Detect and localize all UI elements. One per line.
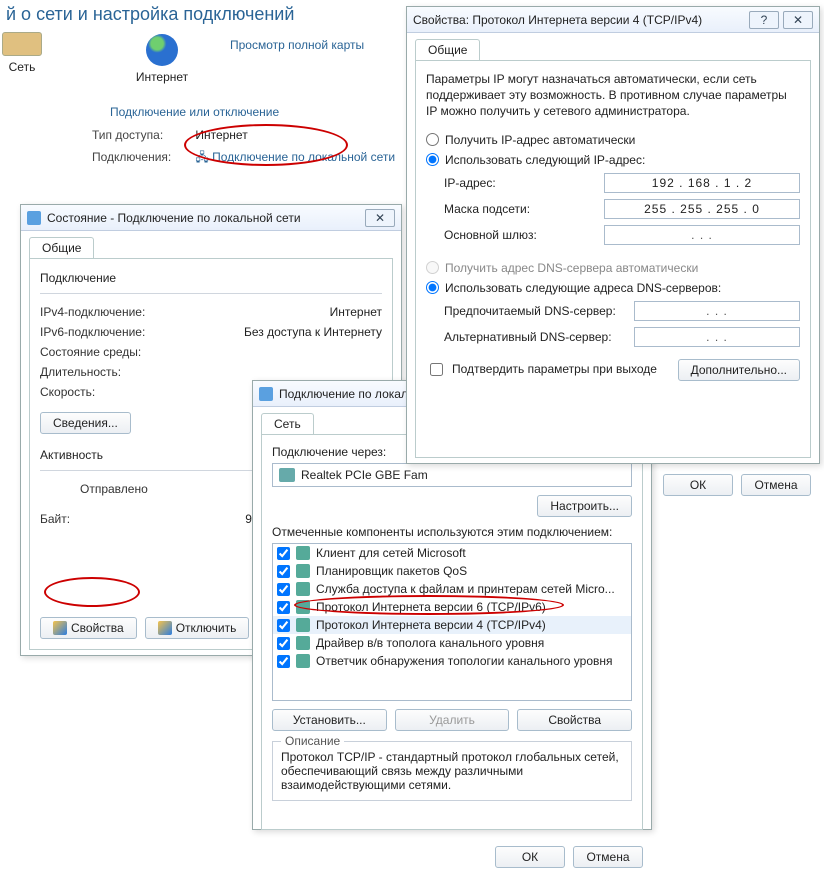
- ok-button[interactable]: ОК: [663, 474, 733, 496]
- network-map-icon: [2, 32, 42, 56]
- preferred-dns-input[interactable]: . . .: [634, 301, 800, 321]
- cancel-button[interactable]: Отмена: [741, 474, 811, 496]
- component-checkbox[interactable]: [277, 619, 290, 632]
- list-item: Планировщик пакетов QoS: [273, 562, 631, 580]
- cancel-button[interactable]: Отмена: [573, 846, 643, 868]
- list-item: Драйвер в/в тополога канального уровня: [273, 634, 631, 652]
- install-button[interactable]: Установить...: [272, 709, 387, 731]
- access-type-value: Интернет: [195, 128, 247, 142]
- ok-button[interactable]: ОК: [495, 846, 565, 868]
- radio-auto-dns: [426, 261, 439, 274]
- ipv4-description: Параметры IP могут назначаться автоматич…: [426, 71, 800, 120]
- component-icon: [296, 564, 310, 578]
- view-full-map-link[interactable]: Просмотр полной карты: [230, 38, 364, 52]
- close-button[interactable]: ✕: [365, 209, 395, 227]
- network-adapter-icon: [259, 387, 273, 401]
- gateway-input[interactable]: . . .: [604, 225, 800, 245]
- alt-dns-label: Альтернативный DNS-сервер:: [444, 330, 634, 344]
- ipv6-label: IPv6-подключение:: [40, 325, 145, 339]
- ipv4-value: Интернет: [330, 305, 382, 319]
- connection-group-label: Подключение: [40, 271, 382, 285]
- preferred-dns-label: Предпочитаемый DNS-сервер:: [444, 304, 634, 318]
- radio-auto-ip[interactable]: [426, 133, 439, 146]
- duration-label: Длительность:: [40, 365, 121, 379]
- shield-icon: [158, 621, 172, 635]
- radio-manual-ip-label: Использовать следующий IP-адрес:: [445, 153, 645, 167]
- ipv4-label: IPv4-подключение:: [40, 305, 145, 319]
- list-item-ipv4: Протокол Интернета версии 4 (TCP/IPv4): [273, 616, 631, 634]
- alt-dns-input[interactable]: . . .: [634, 327, 800, 347]
- component-checkbox[interactable]: [277, 601, 290, 614]
- access-type-label: Тип доступа:: [92, 128, 192, 142]
- component-icon: [296, 600, 310, 614]
- ipv6-value: Без доступа к Интернету: [244, 325, 382, 339]
- component-checkbox[interactable]: [277, 637, 290, 650]
- ip-address-input[interactable]: 192 . 168 . 1 . 2: [604, 173, 800, 193]
- details-button[interactable]: Сведения...: [40, 412, 131, 434]
- sent-label: Отправлено: [40, 482, 148, 500]
- network-adapter-icon: [27, 211, 41, 225]
- properties-button[interactable]: Свойства: [40, 617, 137, 639]
- component-properties-button[interactable]: Свойства: [517, 709, 632, 731]
- tab-network[interactable]: Сеть: [261, 413, 314, 434]
- radio-manual-ip[interactable]: [426, 153, 439, 166]
- radio-manual-dns[interactable]: [426, 281, 439, 294]
- component-icon: [296, 636, 310, 650]
- connections-label: Подключения:: [92, 150, 192, 164]
- bytes-label: Байт:: [40, 512, 70, 526]
- internet-label: Интернет: [130, 70, 194, 84]
- advanced-button[interactable]: Дополнительно...: [678, 359, 800, 381]
- component-icon: [296, 618, 310, 632]
- list-item: Протокол Интернета версии 6 (TCP/IPv6): [273, 598, 631, 616]
- list-item: Служба доступа к файлам и принтерам сете…: [273, 580, 631, 598]
- component-checkbox[interactable]: [277, 655, 290, 668]
- description-text: Протокол TCP/IP - стандартный протокол г…: [281, 750, 623, 792]
- component-icon: [296, 582, 310, 596]
- speed-label: Скорость:: [40, 385, 95, 399]
- radio-manual-dns-label: Использовать следующие адреса DNS-сервер…: [445, 281, 721, 295]
- lan-connection-link[interactable]: Подключение по локальной сети: [212, 150, 395, 164]
- internet-icon: [146, 34, 178, 66]
- nic-icon: [279, 468, 295, 482]
- ip-address-label: IP-адрес:: [444, 176, 604, 190]
- close-button[interactable]: ✕: [783, 11, 813, 29]
- status-window-title: Состояние - Подключение по локальной сет…: [47, 211, 361, 225]
- ipv4-properties-window: Свойства: Протокол Интернета версии 4 (T…: [406, 6, 820, 464]
- component-icon: [296, 546, 310, 560]
- ipv4-window-title: Свойства: Протокол Интернета версии 4 (T…: [413, 13, 745, 27]
- description-legend: Описание: [281, 734, 344, 748]
- radio-auto-dns-label: Получить адрес DNS-сервера автоматически: [445, 261, 698, 275]
- subnet-mask-label: Маска подсети:: [444, 202, 604, 216]
- tab-general[interactable]: Общие: [29, 237, 94, 258]
- shield-icon: [53, 621, 67, 635]
- component-checkbox[interactable]: [277, 547, 290, 560]
- components-label: Отмеченные компоненты используются этим …: [272, 525, 632, 539]
- tab-general[interactable]: Общие: [415, 39, 480, 60]
- network-map-label: Сеть: [0, 60, 44, 74]
- component-checkbox[interactable]: [277, 565, 290, 578]
- help-button[interactable]: ?: [749, 11, 779, 29]
- component-checkbox[interactable]: [277, 583, 290, 596]
- gateway-label: Основной шлюз:: [444, 228, 604, 242]
- subnet-mask-input[interactable]: 255 . 255 . 255 . 0: [604, 199, 800, 219]
- component-icon: [296, 654, 310, 668]
- radio-auto-ip-label: Получить IP-адрес автоматически: [445, 133, 635, 147]
- components-list[interactable]: Клиент для сетей Microsoft Планировщик п…: [272, 543, 632, 701]
- connect-disconnect-link[interactable]: Подключение или отключение: [110, 105, 279, 119]
- list-item: Ответчик обнаружения топологии канальног…: [273, 652, 631, 670]
- page-title: й о сети и настройка подключений: [6, 4, 294, 25]
- list-item: Клиент для сетей Microsoft: [273, 544, 631, 562]
- disable-button[interactable]: Отключить: [145, 617, 250, 639]
- media-state-label: Состояние среды:: [40, 345, 141, 359]
- uninstall-button: Удалить: [395, 709, 510, 731]
